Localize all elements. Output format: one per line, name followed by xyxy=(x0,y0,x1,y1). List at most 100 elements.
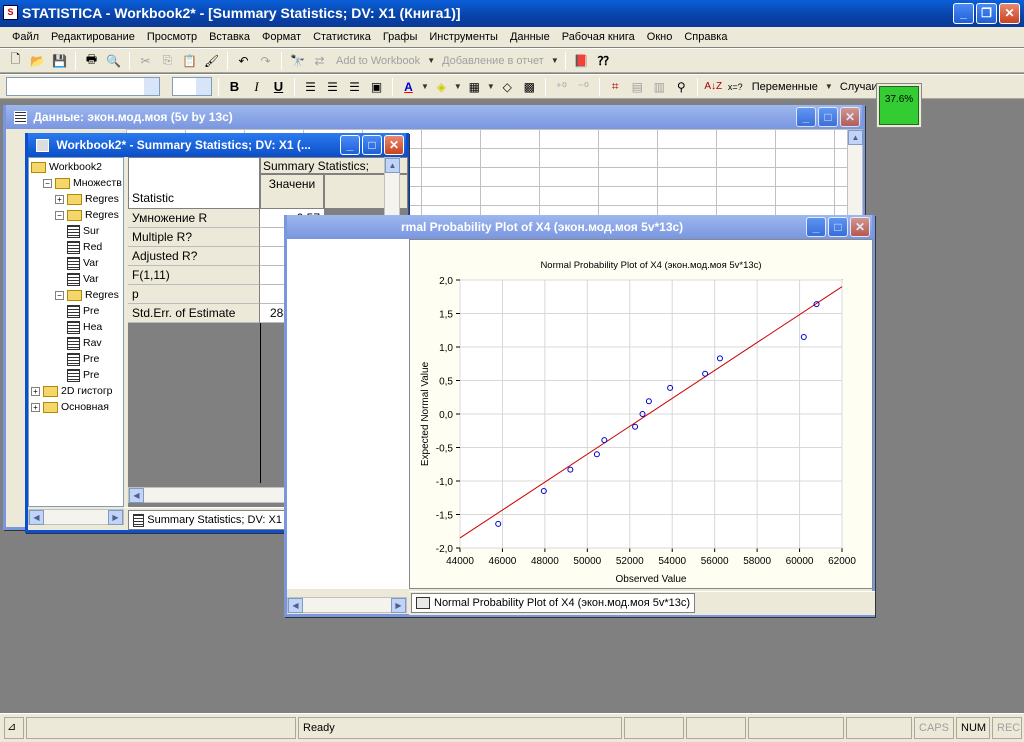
tree-item[interactable]: Pre xyxy=(67,303,99,319)
tree-item[interactable]: − Regres xyxy=(55,287,119,303)
table-row-label[interactable]: p xyxy=(128,285,260,304)
add-to-workbook-button[interactable]: Add to Workbook xyxy=(332,55,424,67)
menu-item[interactable]: Данные xyxy=(504,29,556,47)
table-row-label[interactable]: Умножение R xyxy=(128,209,260,228)
spec-icon[interactable]: ▤ xyxy=(628,77,647,96)
normal-probability-plot[interactable]: 44000 46000 48000 50000 52000 54000 56000 58000… xyxy=(409,239,873,589)
workbook-tree[interactable]: Workbook2 − Множеств + Regres − Regres Sur Red Va… xyxy=(28,157,124,507)
collapse-icon[interactable]: − xyxy=(55,290,64,300)
minimize-button[interactable]: _ xyxy=(953,3,974,24)
tree-item[interactable]: Rav xyxy=(67,335,102,351)
tree-icon[interactable]: ⚲ xyxy=(672,77,691,96)
value-column-header[interactable]: Значени xyxy=(260,174,324,209)
menu-item[interactable]: Просмотр xyxy=(141,29,203,47)
table-row-label[interactable]: F(1,11) xyxy=(128,266,260,285)
font-combo[interactable] xyxy=(6,77,160,96)
plot-maximize-button[interactable]: □ xyxy=(828,217,848,237)
fill-color-icon[interactable]: ◈ xyxy=(432,77,451,96)
tree-item[interactable]: + Regres xyxy=(55,191,119,207)
variable-icon[interactable]: ⌗ xyxy=(606,77,625,96)
new-icon[interactable]: 🗋 xyxy=(6,51,25,70)
data-maximize-button[interactable]: □ xyxy=(818,107,838,127)
table-row-label[interactable]: Multiple R? xyxy=(128,228,260,247)
bold-button[interactable]: B xyxy=(225,77,244,96)
menu-item[interactable]: Файл xyxy=(6,29,45,47)
print-preview-icon[interactable]: 🔍 xyxy=(104,51,123,70)
plot-window-titlebar[interactable]: rmal Probability Plot of X4 (экон.мод.мо… xyxy=(287,215,872,239)
menu-item[interactable]: Формат xyxy=(256,29,307,47)
format-painter-icon[interactable]: 🖌 xyxy=(202,51,221,70)
align-left-icon[interactable]: ☰ xyxy=(301,77,320,96)
decimal-decrease-icon[interactable]: ⁻⁰ xyxy=(574,77,593,96)
font-color-icon[interactable]: A xyxy=(399,77,418,96)
paste-icon[interactable]: 📋 xyxy=(180,51,199,70)
underline-button[interactable]: U xyxy=(269,77,288,96)
tree-hscrollbar[interactable]: ◀ ▶ xyxy=(28,509,124,525)
tab-normal-probability-plot[interactable]: Normal Probability Plot of X4 (экон.мод.… xyxy=(411,593,696,613)
data-window-titlebar[interactable]: Данные: экон.мод.моя (5v by 13c) _ □ ✕ xyxy=(6,105,862,129)
book-icon[interactable]: 📕 xyxy=(572,51,591,70)
help-icon[interactable]: ⁇ xyxy=(594,51,613,70)
cut-icon[interactable]: ✂ xyxy=(136,51,155,70)
tree-item[interactable]: − Regres xyxy=(55,207,119,223)
stats-minimize-button[interactable]: _ xyxy=(340,135,360,155)
merge-icon[interactable]: ▣ xyxy=(367,77,386,96)
tree-item[interactable]: Workbook2 xyxy=(31,159,102,175)
stats-maximize-button[interactable]: □ xyxy=(362,135,382,155)
menu-item[interactable]: Статистика xyxy=(307,29,377,47)
cases-button[interactable]: Случаи xyxy=(836,81,882,93)
expand-icon[interactable]: + xyxy=(31,402,40,412)
redo-icon[interactable]: ↷ xyxy=(256,51,275,70)
menu-item[interactable]: Редактирование xyxy=(45,29,141,47)
data-vscrollbar[interactable]: ▲ xyxy=(847,129,863,229)
menu-item[interactable]: Рабочая книга xyxy=(556,29,641,47)
tree-item[interactable]: +2D гистогр xyxy=(31,383,113,399)
menu-item[interactable]: Окно xyxy=(641,29,679,47)
sort-icon[interactable]: A↓Z xyxy=(704,77,723,96)
menu-item[interactable]: Вставка xyxy=(203,29,256,47)
decimal-increase-icon[interactable]: ⁺⁰ xyxy=(552,77,571,96)
align-right-icon[interactable]: ☰ xyxy=(345,77,364,96)
collapse-icon[interactable]: − xyxy=(43,178,52,188)
font-size-combo[interactable] xyxy=(172,77,212,96)
open-icon[interactable]: 📂 xyxy=(28,51,47,70)
tree-item[interactable]: − Множеств xyxy=(43,175,122,191)
restore-button[interactable]: ❐ xyxy=(976,3,997,24)
undo-icon[interactable]: ↶ xyxy=(234,51,253,70)
tree-item[interactable]: Var xyxy=(67,271,99,287)
copy-icon[interactable]: ⎘ xyxy=(158,51,177,70)
table-row-label[interactable]: Std.Err. of Estimate xyxy=(128,304,260,323)
style-icon[interactable]: ◇ xyxy=(498,77,517,96)
case-icon[interactable]: ▥ xyxy=(650,77,669,96)
variables-button[interactable]: Переменные xyxy=(748,81,822,93)
plot-left-hscrollbar[interactable]: ◀ ▶ xyxy=(287,597,407,613)
menu-item[interactable]: Справка xyxy=(678,29,733,47)
tree-item[interactable]: Var xyxy=(67,255,99,271)
data-minimize-button[interactable]: _ xyxy=(796,107,816,127)
tree-item[interactable]: Hea xyxy=(67,319,102,335)
close-button[interactable]: ✕ xyxy=(999,3,1020,24)
add-to-report-button[interactable]: Добавление в отчет xyxy=(438,55,548,67)
plot-close-button[interactable]: ✕ xyxy=(850,217,870,237)
find-icon[interactable]: 🔭 xyxy=(288,51,307,70)
stats-window-titlebar[interactable]: Workbook2* - Summary Statistics; DV: X1 … xyxy=(28,133,406,157)
tree-item[interactable]: + Основная xyxy=(31,399,109,415)
align-center-icon[interactable]: ☰ xyxy=(323,77,342,96)
tree-item[interactable]: Pre xyxy=(67,351,99,367)
menu-item[interactable]: Графы xyxy=(377,29,424,47)
menu-item[interactable]: Инструменты xyxy=(423,29,504,47)
save-icon[interactable]: 💾 xyxy=(50,51,69,70)
print-icon[interactable]: 🖶 xyxy=(82,51,101,70)
italic-button[interactable]: I xyxy=(247,77,266,96)
stats-close-button[interactable]: ✕ xyxy=(384,135,404,155)
borders-icon[interactable]: ▦ xyxy=(465,77,484,96)
data-close-button[interactable]: ✕ xyxy=(840,107,860,127)
plot-minimize-button[interactable]: _ xyxy=(806,217,826,237)
collapse-icon[interactable]: − xyxy=(55,210,64,220)
tree-item[interactable]: Red xyxy=(67,239,102,255)
tree-item[interactable]: Sur xyxy=(67,223,99,239)
grid-icon[interactable]: ▩ xyxy=(520,77,539,96)
expand-icon[interactable]: + xyxy=(55,194,64,204)
tree-item[interactable]: Pre xyxy=(67,367,99,383)
table-row-label[interactable]: Adjusted R? xyxy=(128,247,260,266)
